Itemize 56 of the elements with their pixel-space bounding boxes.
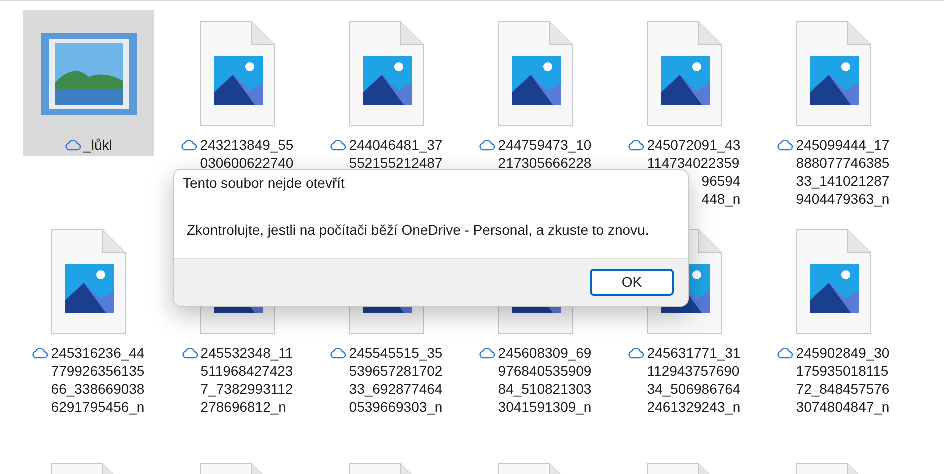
- file-name-line: 245532348_11: [200, 344, 294, 362]
- file-name-line: 245902849_30: [796, 344, 890, 362]
- file-name-line: 030600622740: [200, 154, 294, 172]
- file-name-line: 448_n: [702, 190, 741, 208]
- file-tile-selected[interactable]: _lůkl: [23, 10, 154, 156]
- file-name-line: 976840535909: [498, 362, 592, 380]
- file-name-line: 9404479363_n: [796, 190, 890, 208]
- file-tile[interactable]: 245099444_17 888077746385 33_141021287 9404479363_n: [768, 10, 899, 218]
- file-name-line: 245072091_43: [647, 136, 741, 154]
- file-name-line: 96594: [702, 172, 741, 190]
- file-name-line: 114734022359: [647, 154, 741, 172]
- file-name-line: 84_510821303: [498, 380, 592, 398]
- dialog-title: Tento soubor nejde otevřít: [182, 174, 346, 193]
- file-tile[interactable]: 245316236_44 779926356135 66_338669038 6291795456_n: [23, 218, 154, 452]
- file-name-line: 3074804847_n: [796, 398, 890, 416]
- file-name-line: 245316236_44: [51, 344, 145, 362]
- file-name-line: 112943757690: [647, 362, 741, 380]
- file-name-line: 175935018115: [796, 362, 890, 380]
- file-name-line: 779926356135: [51, 362, 145, 380]
- file-name-line: 244759473_10: [498, 136, 592, 154]
- image-file-icon: [796, 21, 872, 127]
- file-name-line: 34_506986764: [647, 380, 741, 398]
- file-name-line: 72_848457576: [796, 380, 890, 398]
- dialog-message: Zkontrolujte, jestli na počítači běží OneDrive - Personal, a zkuste to znovu.: [186, 221, 650, 240]
- file-name-line: 244046481_37: [349, 136, 443, 154]
- file-name-line: 0539669303_n: [349, 398, 443, 416]
- file-tile[interactable]: 244759473_10 217305666228: [470, 10, 601, 218]
- file-name-line: 217305666228: [498, 154, 592, 172]
- file-name-line: 7_7382993112: [200, 380, 294, 398]
- photo-app-icon: [38, 31, 138, 117]
- file-name-line: 539657281702: [349, 362, 443, 380]
- file-name-line: 33_692877464: [349, 380, 443, 398]
- file-name-line: 6291795456_n: [51, 398, 145, 416]
- ok-button[interactable]: OK: [590, 269, 674, 296]
- file-tile[interactable]: 245902849_30 175935018115 72_848457576 3074804847_n: [768, 218, 899, 452]
- file-name-line: 552155212487: [349, 154, 443, 172]
- image-file-icon: [646, 21, 722, 127]
- file-name-line: _lůkl: [84, 136, 112, 154]
- file-name-line: 245099444_17: [796, 136, 890, 154]
- file-tile[interactable]: 245072091_43 114734022359 96594 448_n: [619, 10, 750, 218]
- image-file-icon: [348, 21, 424, 127]
- file-name-line: 33_141021287: [796, 172, 890, 190]
- image-file-icon: [50, 229, 126, 335]
- image-file-icon: [200, 21, 276, 127]
- image-file-icon: [796, 229, 872, 335]
- file-name-line: 245608309_69: [498, 344, 592, 362]
- file-name-line: 511968427423: [200, 362, 294, 380]
- file-name-line: 278696812_n: [200, 398, 288, 416]
- file-name-line: 245545515_35: [349, 344, 443, 362]
- file-name-line: 66_338669038: [51, 380, 145, 398]
- file-name-line: 888077746385: [796, 154, 890, 172]
- file-name-line: 3041591309_n: [498, 398, 592, 416]
- file-name-line: 245631771_31: [647, 344, 741, 362]
- file-name-line: 243213849_55: [200, 136, 294, 154]
- image-file-icon: [498, 21, 574, 127]
- file-name-line: 2461329243_n: [647, 398, 741, 416]
